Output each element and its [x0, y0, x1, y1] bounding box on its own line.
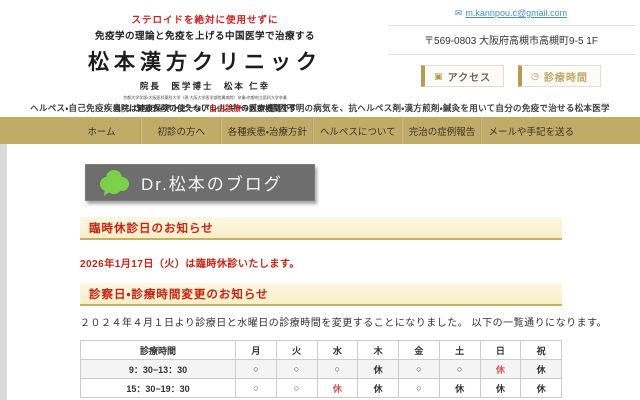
nav-item-1[interactable]: 初診の方へ — [141, 117, 221, 144]
clinic-tagline: ヘルペス・自己免疫疾患・リウマチ・アトピー・アレルギー・ガン・原因不明の病気を、… — [0, 102, 640, 114]
schedule-cell: 休 — [521, 360, 562, 379]
schedule-cell: 休 — [480, 379, 521, 398]
schedule-col-header: 水 — [317, 341, 358, 360]
schedule-cell: 休 — [521, 379, 562, 398]
schedule-col-header: 火 — [276, 341, 317, 360]
access-icon: ▣ — [434, 72, 443, 81]
credentials-line: 京都大学学部・大阪医科薬科大学（現 大阪大学医学部附属病院）卒業・京都府立医科大… — [55, 95, 355, 101]
notice-heading-temporary-closure: 臨時休診日のお知らせ — [80, 217, 562, 240]
blog-banner-title: Dr.松本のブログ — [141, 170, 283, 195]
schedule-row: 9：30−13：30○○○休○○休休 — [81, 360, 562, 379]
schedule-col-header: 月 — [236, 341, 277, 360]
tree-icon — [97, 169, 131, 197]
blog-banner[interactable]: Dr.松本のブログ — [85, 164, 315, 201]
schedule-col-header: 祝 — [521, 341, 562, 360]
schedule-cell: ○ — [399, 379, 440, 398]
schedule-table: 診療時間月火水木金土日祝 9：30−13：30○○○休○○休休15：30−19：… — [80, 340, 562, 398]
schedule-cell: 休 — [439, 379, 480, 398]
schedule-cell: ○ — [439, 360, 480, 379]
schedule-cell: 休 — [358, 379, 399, 398]
schedule-row: 15：30−19：30○○休休○休休休 — [81, 379, 562, 398]
schedule-col-header: 日 — [480, 341, 521, 360]
clinic-homepage: ステロイドを絶対に使用せずに 免疫学の理論と免疫を上げる中国医学で治療する 松本… — [0, 0, 640, 400]
page-edge-strip — [0, 144, 7, 400]
schedule-cell: ○ — [276, 360, 317, 379]
nav-menu: ホーム初診の方へ各種疾患・治療方針ヘルペスについて完治の症例報告メールや手記を送… — [0, 117, 640, 144]
schedule-col-header: 土 — [439, 341, 480, 360]
schedule-cell: 休 — [317, 379, 358, 398]
hours-button-label: 診療時間 — [544, 69, 588, 84]
email-row: ✉m.kannpou.c@gmail.com — [388, 8, 634, 26]
clinic-address: 〒569-0803 大阪府高槻市高槻町9-5 1F — [388, 26, 634, 55]
access-button[interactable]: ▣ アクセス — [421, 65, 504, 87]
header-branding: ステロイドを絶対に使用せずに 免疫学の理論と免疫を上げる中国医学で治療する 松本… — [55, 12, 355, 114]
mail-icon: ✉ — [455, 8, 463, 19]
slogan-black: 免疫学の理論と免疫を上げる中国医学で治療する — [55, 28, 355, 42]
nav-item-5[interactable]: メールや手記を送る — [481, 117, 580, 144]
schedule-body: 9：30−13：30○○○休○○休休15：30−19：30○○休休○休休休 — [81, 360, 562, 398]
schedule-col-header: 金 — [399, 341, 440, 360]
time-range-cell: 15：30−19：30 — [81, 379, 236, 398]
time-range-cell: 9：30−13：30 — [81, 360, 236, 379]
schedule-cell: ○ — [276, 379, 317, 398]
nav-item-3[interactable]: ヘルペスについて — [313, 117, 402, 144]
nav-item-0[interactable]: ホーム — [62, 117, 141, 144]
notice-body-schedule-change: ２０２４年４月１日より診療日と水曜日の診療時間を変更することになりました。 以下… — [80, 314, 607, 329]
schedule-col-header: 診療時間 — [81, 341, 236, 360]
nav-item-4[interactable]: 完治の症例報告 — [402, 117, 482, 144]
schedule-header-row: 診療時間月火水木金土日祝 — [81, 341, 562, 360]
schedule-cell: 休 — [358, 360, 399, 379]
schedule-cell: ○ — [236, 360, 277, 379]
schedule-table-wrap: 診療時間月火水木金土日祝 9：30−13：30○○○休○○休休15：30−19：… — [80, 340, 562, 398]
schedule-col-header: 木 — [358, 341, 399, 360]
notice-heading-schedule-change: 診察日・診療時間変更のお知らせ — [80, 283, 562, 306]
schedule-cell: 休 — [480, 360, 521, 379]
schedule-cell: ○ — [317, 360, 358, 379]
notice-body-temporary-closure: 2026年1月17日（火）は臨時休診いたします。 — [80, 255, 300, 270]
clock-icon: ◷ — [531, 72, 539, 81]
hours-button[interactable]: ◷ 診療時間 — [518, 65, 601, 87]
schedule-cell: ○ — [399, 360, 440, 379]
director-line: 院長 医学博士 松本 仁幸 — [55, 80, 355, 92]
nav-item-2[interactable]: 各種疾患・治療方針 — [221, 117, 313, 144]
email-link[interactable]: m.kannpou.c@gmail.com — [465, 8, 567, 18]
schedule-cell: ○ — [236, 379, 277, 398]
access-button-label: アクセス — [448, 69, 492, 84]
slogan-red: ステロイドを絶対に使用せずに — [55, 12, 355, 26]
clinic-name: 松本漢方クリニック — [55, 46, 355, 76]
header-buttons: ▣ アクセス ◷ 診療時間 — [388, 65, 634, 87]
header-contact: ✉m.kannpou.c@gmail.com 〒569-0803 大阪府高槻市高… — [388, 8, 634, 87]
